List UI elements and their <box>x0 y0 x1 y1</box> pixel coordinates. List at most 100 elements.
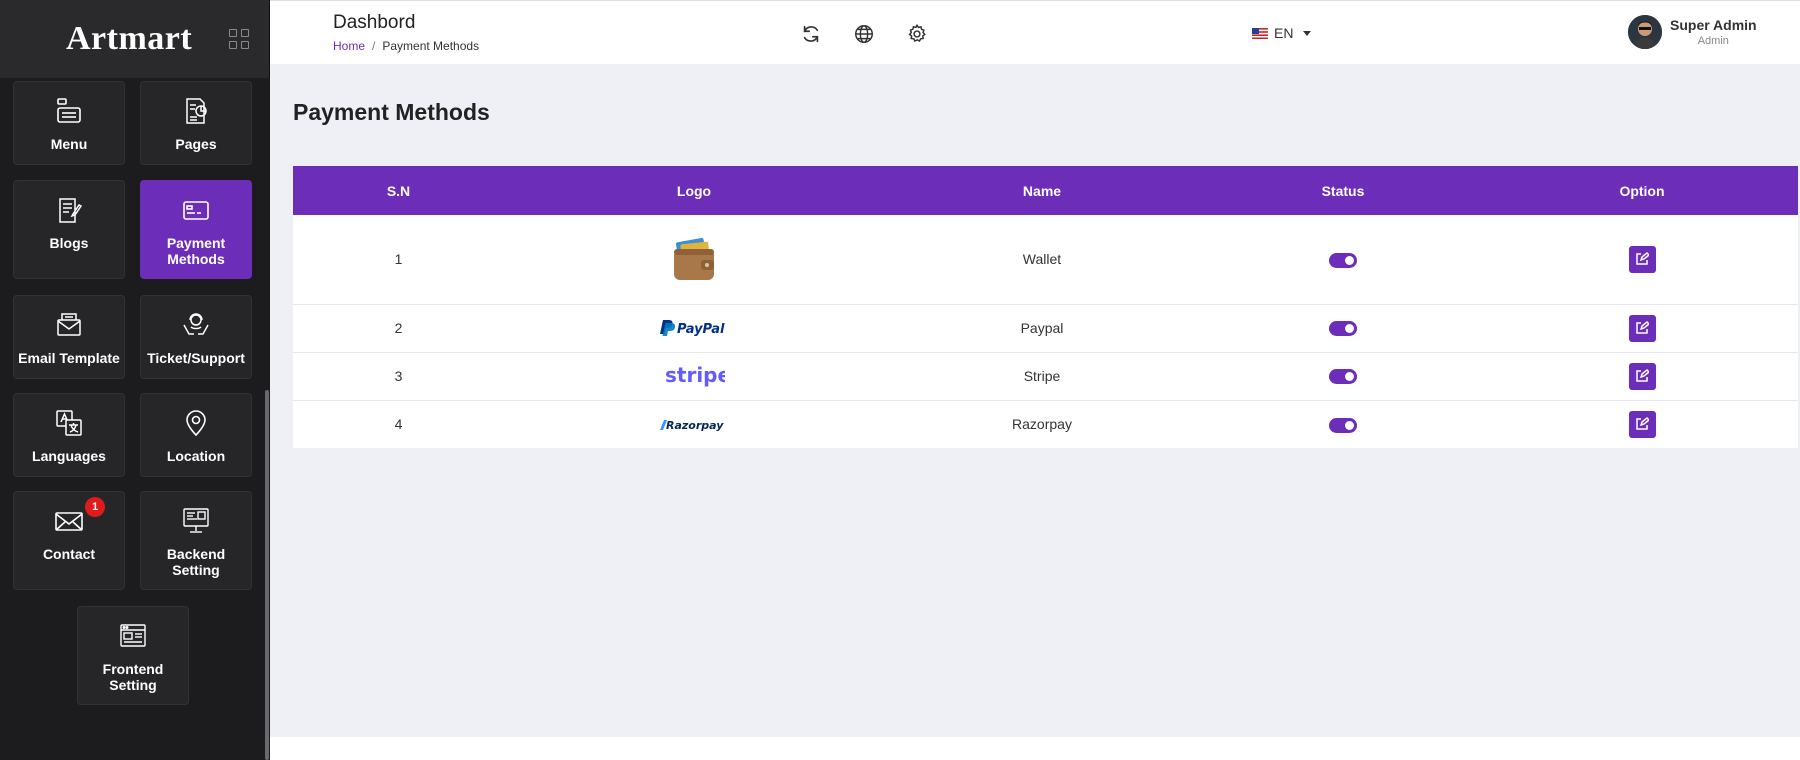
sidebar-item-label: Payment Methods <box>166 235 226 267</box>
grid-toggle-icon[interactable] <box>229 29 249 49</box>
svg-text:PayPal: PayPal <box>677 322 725 337</box>
user-role: Admin <box>1697 35 1729 47</box>
row-name: Paypal <box>884 304 1200 353</box>
email-template-icon <box>57 313 81 336</box>
sidebar-item-contact[interactable]: 1 Contact <box>13 491 125 590</box>
row-name: Razorpay <box>1012 416 1072 433</box>
table-row: 1 Wallet <box>293 215 1798 305</box>
breadcrumb: Home / Payment Methods <box>333 39 479 53</box>
status-toggle[interactable] <box>1329 252 1357 268</box>
top-header: Dashbord Home / Payment Methods EN Super A… <box>270 0 1800 64</box>
sidebar-item-payment-methods[interactable]: Payment Methods <box>140 180 252 279</box>
breadcrumb-current: Payment Methods <box>382 39 480 53</box>
table-row: 2 PayPal Paypal <box>293 304 1798 353</box>
row-sn: 1 <box>293 215 504 305</box>
row-option <box>1486 304 1798 353</box>
user-name: Super Admin <box>1670 17 1757 33</box>
row-name: Stripe <box>884 352 1200 401</box>
paypal-logo-icon: PayPal <box>660 320 725 337</box>
globe-icon[interactable] <box>853 23 875 45</box>
avatar-portrait-icon <box>1628 15 1662 49</box>
user-menu[interactable]: Super Admin Admin <box>1628 15 1757 49</box>
row-logo: Razorpay <box>504 400 884 448</box>
sidebar-item-location[interactable]: Location <box>140 393 252 477</box>
column-header-sn: S.N <box>386 182 411 199</box>
sidebar-item-label: Frontend Setting <box>102 661 164 693</box>
page-title: Payment Methods <box>293 99 490 125</box>
translate-icon <box>56 410 82 436</box>
frontend-window-icon <box>120 624 146 647</box>
edit-button[interactable] <box>1628 245 1656 273</box>
svg-text:stripe: stripe <box>665 364 725 387</box>
sidebar-item-menu[interactable]: Menu <box>13 81 125 165</box>
envelope-icon <box>55 512 83 531</box>
row-sn: 3 <box>293 352 504 401</box>
row-option <box>1486 400 1798 448</box>
row-status <box>1200 400 1486 448</box>
table-row: 4 Razorpay Razorpay <box>293 400 1798 448</box>
gear-icon[interactable] <box>906 23 928 45</box>
sidebar-item-backend-setting[interactable]: Backend Setting <box>140 491 252 590</box>
footer-strip <box>270 737 1800 760</box>
edit-button[interactable] <box>1628 410 1656 438</box>
sidebar-item-pages[interactable]: Pages <box>140 81 252 165</box>
sidebar-item-email-template[interactable]: Email Template <box>13 295 125 379</box>
razorpay-logo-icon: Razorpay <box>660 419 724 432</box>
table-row: 3 stripe Stripe <box>293 352 1798 401</box>
brand-logo[interactable]: Artmart <box>66 20 192 58</box>
refresh-icon[interactable] <box>800 23 822 45</box>
sidebar-item-label: Email Template <box>18 350 120 366</box>
language-code: EN <box>1274 25 1294 41</box>
table-header-row: S.N Logo Name Status Option <box>293 166 1798 215</box>
sidebar-item-ticket-support[interactable]: Ticket/Support <box>140 295 252 379</box>
language-selector[interactable]: EN <box>1252 25 1312 41</box>
payment-methods-table: S.N Logo Name Status Option 1 Wallet 2 P… <box>293 166 1798 448</box>
brand-bar: Artmart <box>0 0 269 78</box>
row-option <box>1486 215 1798 305</box>
wallet-logo-icon <box>674 238 714 281</box>
row-logo <box>504 215 884 305</box>
location-pin-icon <box>186 410 206 437</box>
user-info: Super Admin Admin <box>1670 17 1757 47</box>
stripe-logo-icon: stripe <box>665 364 725 387</box>
backend-monitor-icon <box>183 508 209 533</box>
sidebar: Artmart Menu Pages Blogs Payment Methods… <box>0 0 270 760</box>
sidebar-item-blogs[interactable]: Blogs <box>13 180 125 279</box>
menu-list-icon <box>57 98 81 123</box>
avatar <box>1628 15 1662 49</box>
column-header-logo: Logo <box>676 182 712 199</box>
sidebar-item-languages[interactable]: Languages <box>13 393 125 477</box>
sidebar-item-label: Blogs <box>49 235 89 251</box>
row-status <box>1200 304 1486 353</box>
row-logo: PayPal <box>504 304 884 353</box>
sidebar-item-label: Contact <box>42 546 96 562</box>
column-header-name: Name <box>1022 182 1062 199</box>
breadcrumb-separator: / <box>372 39 376 53</box>
edit-icon <box>1636 321 1649 334</box>
edit-icon <box>1636 369 1649 382</box>
support-icon <box>183 313 209 335</box>
edit-icon <box>1636 252 1649 265</box>
column-header-status: Status <box>1321 182 1365 199</box>
status-toggle[interactable] <box>1329 369 1357 385</box>
row-status <box>1200 352 1486 401</box>
edit-button[interactable] <box>1628 314 1656 342</box>
row-logo: stripe <box>504 352 884 401</box>
sidebar-item-label: Languages <box>32 448 106 464</box>
credit-card-icon <box>183 201 209 220</box>
row-sn: 2 <box>293 304 504 353</box>
us-flag-icon <box>1252 27 1268 39</box>
sidebar-scrollbar-thumb[interactable] <box>265 390 269 760</box>
edit-icon <box>1636 417 1649 430</box>
sidebar-item-frontend-setting[interactable]: Frontend Setting <box>77 606 189 705</box>
sidebar-item-label: Ticket/Support <box>147 350 245 366</box>
sidebar-item-label: Menu <box>50 136 88 152</box>
status-toggle[interactable] <box>1329 417 1357 433</box>
chevron-down-icon <box>1303 30 1312 36</box>
row-option <box>1486 352 1798 401</box>
breadcrumb-home-link[interactable]: Home <box>333 39 365 53</box>
edit-button[interactable] <box>1628 362 1656 390</box>
status-toggle[interactable] <box>1329 321 1357 337</box>
page-heading: Dashbord <box>333 12 416 33</box>
notification-badge: 1 <box>85 497 105 517</box>
